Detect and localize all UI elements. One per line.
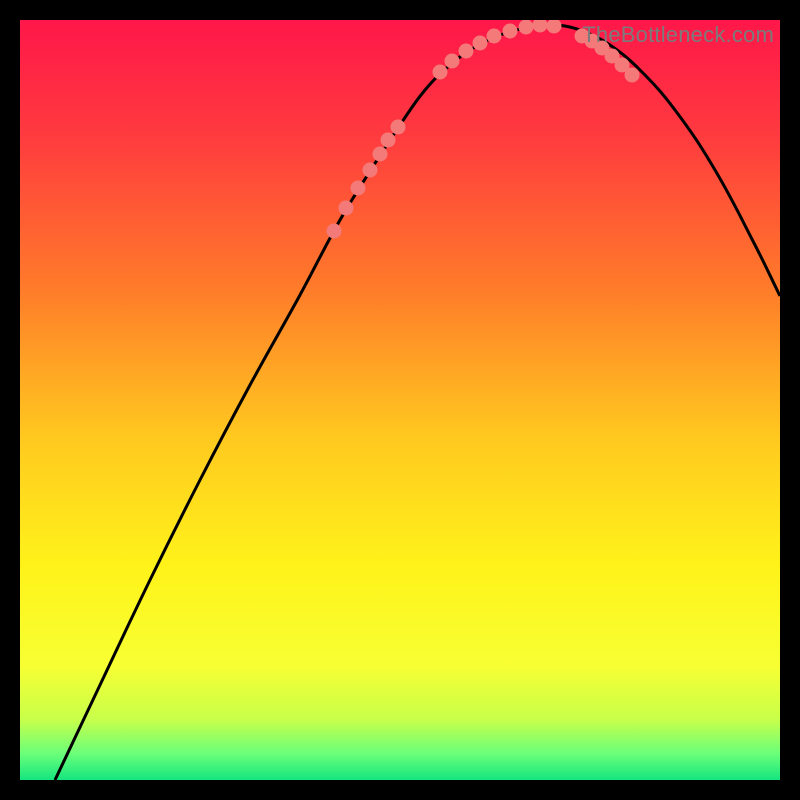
marker-point [459, 44, 474, 59]
chart-frame: TheBottleneck.com [20, 20, 780, 780]
marker-point [487, 29, 502, 44]
curve-layer [20, 20, 780, 780]
marker-point [363, 163, 378, 178]
marker-point [391, 120, 406, 135]
marker-point [625, 68, 640, 83]
marker-point [433, 65, 448, 80]
marker-point [547, 20, 562, 34]
marker-point [381, 133, 396, 148]
marker-point [351, 181, 366, 196]
marker-point [373, 147, 388, 162]
marker-point [473, 36, 488, 51]
marker-point [533, 20, 548, 33]
marker-group [327, 20, 640, 239]
marker-point [445, 54, 460, 69]
watermark-text: TheBottleneck.com [582, 22, 774, 48]
marker-point [327, 224, 342, 239]
bottleneck-curve [55, 25, 780, 780]
marker-point [339, 201, 354, 216]
marker-point [519, 20, 534, 35]
marker-point [503, 24, 518, 39]
